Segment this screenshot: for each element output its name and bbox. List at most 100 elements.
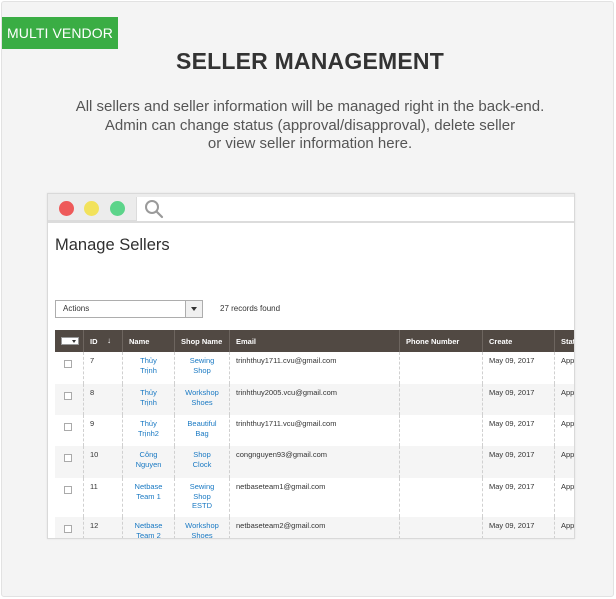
shop-name-cell: Workshop Shoes [175,517,230,539]
search-icon[interactable] [144,199,164,219]
column-header-phone[interactable]: Phone Number [400,330,483,352]
row-checkbox[interactable] [64,360,72,368]
section-heading: SELLER MANAGEMENT [176,48,444,74]
close-dot-icon[interactable] [59,201,74,216]
seller-name-link[interactable]: Trịnh [129,366,168,376]
shop-name-link[interactable]: Shoes [181,398,223,408]
phone-cell [400,478,483,517]
status-cell: App [561,419,575,428]
multi-vendor-badge: MULTI VENDOR [2,17,118,49]
created-cell: May 09, 2017 [483,415,555,446]
table-row[interactable]: 8 Thủy Trịnh Workshop Shoes trinhthuy2005.vcu… [55,384,574,415]
column-header-label: ID [90,337,98,346]
actions-dropdown-label: Actions [63,304,90,313]
table-row[interactable]: 12 Netbase Team 2 Workshop Shoes netbaseteam2… [55,517,575,539]
id-cell: 8 [84,384,123,415]
page-title: Manage Sellers [55,236,170,254]
table-row[interactable]: 7 Thủy Trịnh Sewing Shop trinhthuy1711.cvu@gm… [55,352,575,384]
promo-card: MULTI VENDOR SELLER MANAGEMENT All selle… [1,1,614,597]
row-checkbox[interactable] [64,525,72,533]
records-count: 27 records found [220,304,281,313]
browser-window: Manage Sellers Actions 27 records found … [47,193,575,539]
table-row[interactable]: 11 Netbase Team 1 Sewing Shop ESTD netbaseteam… [55,478,574,517]
name-cell: Thủy Trịnh [123,352,175,384]
shop-name-cell: Sewing Shop ESTD [175,478,230,517]
table-row[interactable]: 10 Công Nguyen Shop Clock congnguyen93@gmail.… [55,446,574,478]
description: All sellers and seller information will … [42,98,578,154]
seller-name-link[interactable]: Nguyen [129,460,168,470]
name-cell: Công Nguyen [123,446,175,478]
seller-name-link[interactable]: Team 1 [129,492,168,502]
shop-name-cell: Workshop Shoes [175,384,230,415]
row-checkbox[interactable] [64,423,72,431]
shop-name-link[interactable]: Clock [181,460,223,470]
email-cell: netbaseteam1@gmail.com [230,478,400,517]
shop-name-link[interactable]: ESTD [181,501,223,511]
description-line: Admin can change status (approval/disapp… [104,116,516,134]
column-header-status[interactable]: Stat [555,330,574,352]
seller-name-link[interactable]: Công [129,450,168,460]
id-cell: 11 [84,478,123,517]
name-cell: Netbase Team 1 [123,478,175,517]
created-cell: May 09, 2017 [483,517,555,538]
row-select-cell [55,446,84,478]
name-cell: Thủy Trịnh2 [123,415,175,446]
description-line: All sellers and seller information will … [75,98,545,115]
id-cell: 10 [84,446,123,478]
seller-name-link[interactable]: Trịnh [129,398,168,408]
row-select-cell [55,415,84,446]
seller-name-link[interactable]: Netbase [129,482,168,492]
phone-cell [400,446,483,478]
name-cell: Thủy Trịnh [123,384,175,415]
shop-name-link[interactable]: Shop [181,366,223,376]
mass-select-header [55,330,84,352]
shop-name-link[interactable]: Shop [181,450,223,460]
email-cell: trinhthuy2005.vcu@gmail.com [230,384,400,415]
column-header-create[interactable]: Create [483,330,555,352]
seller-name-link[interactable]: Thủy [129,419,168,429]
chevron-down-icon[interactable] [185,301,202,317]
phone-cell [400,384,483,415]
row-checkbox[interactable] [64,486,72,494]
shop-name-link[interactable]: Shop [181,492,223,502]
column-header-id[interactable]: ID ↓ [84,330,123,352]
row-checkbox[interactable] [64,454,72,462]
shop-name-link[interactable]: Bag [181,429,223,439]
seller-name-link[interactable]: Trịnh2 [129,429,168,439]
status-cell: App [561,356,575,365]
row-select-cell [55,517,84,538]
shop-name-cell: Sewing Shop [175,352,230,384]
shop-name-link[interactable]: Shoes [181,531,223,539]
maximize-dot-icon[interactable] [110,201,125,216]
shop-name-cell: Shop Clock [175,446,230,478]
sellers-table: ID ↓ Name Shop Name Email Phone Number C… [55,330,575,539]
column-header-shop-name[interactable]: Shop Name [175,330,230,352]
shop-name-cell: Beautiful Bag [175,415,230,446]
minimize-dot-icon[interactable] [84,201,99,216]
table-row[interactable]: 9 Thủy Trịnh2 Beautiful Bag trinhthuy1711.vcu… [55,415,575,446]
status-cell: App [561,521,575,530]
column-header-email[interactable]: Email [230,330,400,352]
shop-name-link[interactable]: Sewing [181,356,223,366]
column-header-name[interactable]: Name [123,330,175,352]
shop-name-link[interactable]: Workshop [181,521,223,531]
id-cell: 12 [84,517,123,538]
email-cell: trinhthuy1711.vcu@gmail.com [230,415,400,446]
seller-name-link[interactable]: Thủy [129,356,168,366]
seller-name-link[interactable]: Team 2 [129,531,168,539]
address-bar[interactable] [136,197,574,221]
shop-name-link[interactable]: Workshop [181,388,223,398]
actions-dropdown[interactable]: Actions [55,300,203,318]
seller-name-link[interactable]: Netbase [129,521,168,531]
shop-name-link[interactable]: Sewing [181,482,223,492]
phone-cell [400,517,483,538]
shop-name-link[interactable]: Beautiful [181,419,223,429]
mass-select-checkbox[interactable] [61,337,79,345]
created-cell: May 09, 2017 [483,352,555,384]
row-checkbox[interactable] [64,392,72,400]
name-cell: Netbase Team 2 [123,517,175,539]
row-select-cell [55,478,84,517]
row-select-cell [55,352,84,384]
created-cell: May 09, 2017 [483,446,555,478]
seller-name-link[interactable]: Thủy [129,388,168,398]
